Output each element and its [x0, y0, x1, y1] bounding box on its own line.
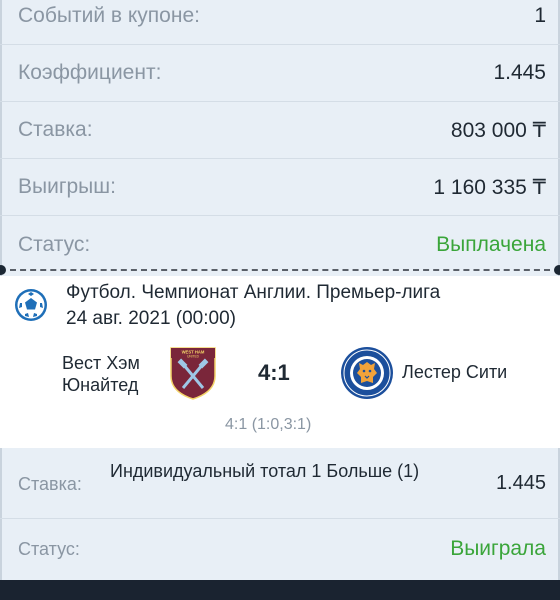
svg-text:UNITED: UNITED — [187, 355, 200, 359]
bet-status-label: Статус: — [18, 539, 80, 559]
events-count-label: Событий в купоне: — [18, 4, 200, 27]
event-card[interactable]: Футбол. Чемпионат Англии. Премьер-лига 2… — [0, 276, 560, 448]
tournament-name: Футбол. Чемпионат Англии. Премьер-лига — [66, 282, 441, 303]
bet-odd: 1.445 — [495, 472, 546, 494]
stake-value: 803 000 ₸ — [450, 118, 546, 142]
bet-status-value: Выиграла — [450, 537, 546, 560]
bottom-bar — [0, 580, 560, 600]
coupon-status-value: Выплачена — [436, 232, 546, 256]
ticket-divider — [0, 264, 560, 276]
win-row: Выигрыш: 1 160 335 ₸ — [0, 159, 560, 216]
coupon-details: Событий в купоне: 1 Коэффициент: 1.445 С… — [0, 0, 560, 600]
coupon-status-label: Статус: — [18, 232, 91, 256]
coefficient-label: Коэффициент: — [18, 61, 162, 84]
bet-status-row: Статус: Выиграла — [0, 519, 560, 579]
events-count-value: 1 — [534, 4, 546, 27]
match-score: 4:1 — [258, 360, 290, 385]
stake-row: Ставка: 803 000 ₸ — [0, 102, 560, 159]
win-label: Выигрыш: — [18, 175, 116, 198]
bet-row: Ставка: Индивидуальный тотал 1 Больше (1… — [0, 448, 560, 519]
west-ham-crest-icon: WEST HAM UNITED — [170, 347, 216, 400]
coefficient-value: 1.445 — [493, 61, 546, 84]
bet-description: Индивидуальный тотал 1 Больше (1) — [110, 461, 420, 481]
coefficient-row: Коэффициент: 1.445 — [0, 45, 560, 102]
events-count-row: Событий в купоне: 1 — [0, 0, 560, 45]
divider-notch-right — [554, 265, 560, 275]
leicester-crest-icon — [341, 347, 393, 399]
home-team-name: Вест Хэм Юнайтед — [62, 353, 140, 395]
divider-notch-left — [0, 265, 6, 275]
win-value: 1 160 335 ₸ — [433, 175, 546, 199]
bet-label: Ставка: — [18, 474, 82, 494]
stake-label: Ставка: — [18, 118, 93, 141]
period-scores: 4:1 (1:0,3:1) — [225, 416, 312, 433]
event-date: 24 авг. 2021 (00:00) — [66, 308, 236, 329]
soccer-ball-icon — [15, 289, 47, 321]
dashed-line — [10, 269, 550, 271]
away-team-name: Лестер Сити — [402, 362, 508, 382]
